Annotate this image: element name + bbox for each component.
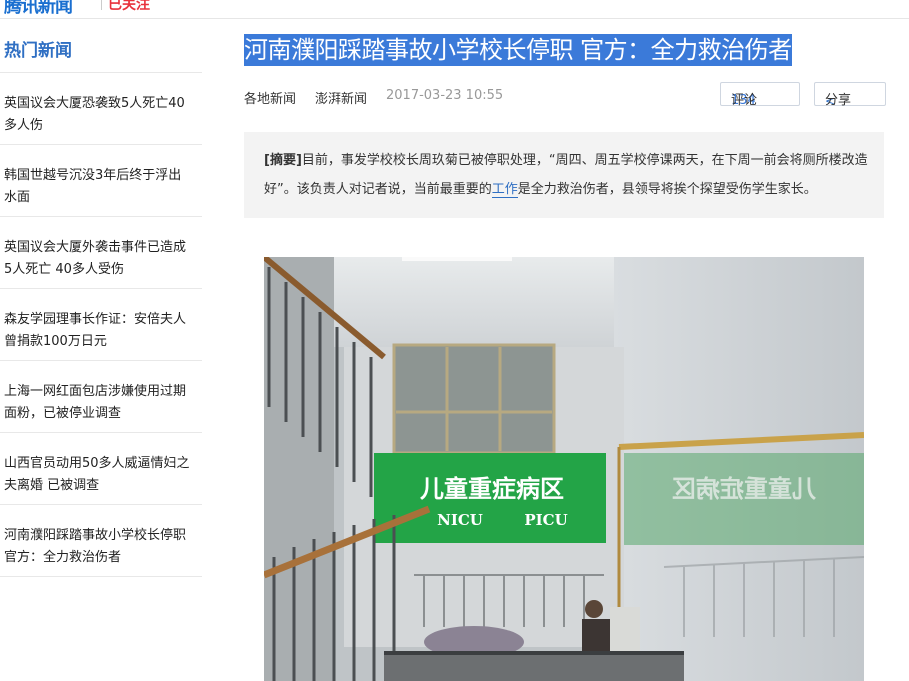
sign-main-text: 儿童重症病区 — [420, 475, 564, 503]
summary-tag: [摘要] — [264, 153, 302, 168]
source-publisher[interactable]: 澎湃新闻 — [315, 88, 367, 107]
hot-news-item-line1: 河南濮阳踩踏事故小学校长停职 — [4, 528, 187, 543]
hot-news-item[interactable]: 英国议会大厦外袭击事件已造成 5人死亡 40多人受伤 — [0, 217, 202, 289]
hot-news-title: 热门新闻 — [0, 34, 202, 73]
hot-news-item-line1: 山西官员动用50多人威逼情妇之 — [4, 456, 190, 471]
ceiling-light — [402, 257, 512, 261]
share-label: 分享 — [825, 93, 852, 108]
article-title-wrap: 河南濮阳踩踏事故小学校长停职 官方：全力救治伤者 — [244, 30, 884, 70]
share-button[interactable]: < 分享 — [814, 82, 886, 108]
hot-news-sidebar: 热门新闻 英国议会大厦恐袭致5人死亡40 多人伤 韩国世越号沉没3年后终于浮出 水面… — [0, 34, 202, 577]
brand-subtitle: 已关注 — [108, 0, 150, 13]
sign-reflection-text: 儿童重症病区 — [672, 475, 816, 503]
article-main: 河南濮阳踩踏事故小学校长停职 官方：全力救治伤者 各地新闻 澎湃新闻 2017-… — [244, 30, 886, 218]
person-head — [585, 600, 603, 618]
hot-news-item-line2: 官方：全力救治伤者 — [4, 550, 122, 565]
comment-label: 评论 — [731, 93, 758, 108]
article-photo: 儿童重症病区 NICU PICU 儿童重症病区 — [264, 257, 864, 681]
article-title: 河南濮阳踩踏事故小学校长停职 官方：全力救治伤者 — [244, 34, 792, 66]
top-brand-bar: 腾讯新闻 已关注 — [0, 0, 909, 19]
hot-news-item-line2: 夫离婚 已被调查 — [4, 478, 100, 493]
hot-news-item[interactable]: 山西官员动用50多人威逼情妇之 夫离婚 已被调查 — [0, 433, 202, 505]
window — [392, 343, 556, 455]
hot-news-item-line2: 面粉，已被停业调查 — [4, 406, 122, 421]
hot-news-item[interactable]: 上海一网红面包店涉嫌使用过期 面粉，已被停业调查 — [0, 361, 202, 433]
hot-news-item[interactable]: 韩国世越号沉没3年后终于浮出 水面 — [0, 145, 202, 217]
hot-news-item-line2: 水面 — [4, 190, 31, 205]
person-body — [582, 619, 610, 653]
hot-news-item-line1: 上海一网红面包店涉嫌使用过期 — [4, 384, 187, 399]
hot-news-item[interactable]: 英国议会大厦恐袭致5人死亡40 多人伤 — [0, 73, 202, 145]
hot-news-item-line1: 森友学园理事长作证：安倍夫人 — [4, 312, 187, 327]
summary-text-part2: 是全力救治伤者，县领导将挨个探望受伤学生家长。 — [517, 182, 817, 197]
hot-news-item[interactable]: 河南濮阳踩踏事故小学校长停职 官方：全力救治伤者 — [0, 505, 202, 577]
site-logo[interactable]: 腾讯新闻 — [4, 0, 73, 18]
stair-step — [384, 653, 684, 681]
hot-news-item-line2: 多人伤 — [4, 118, 44, 133]
article-meta: 各地新闻 澎湃新闻 2017-03-23 10:55 134 评论 < 分享 — [244, 82, 886, 112]
hot-news-item[interactable]: 森友学园理事长作证：安倍夫人 曾捐款100万日元 — [0, 289, 202, 361]
stairwell-photo: 儿童重症病区 NICU PICU 儿童重症病区 — [264, 257, 864, 681]
hot-news-item-line2: 5人死亡 40多人受伤 — [4, 262, 124, 277]
comments-button[interactable]: 134 评论 — [720, 82, 800, 108]
sign-sub-text-2: PICU — [524, 511, 567, 529]
source-category[interactable]: 各地新闻 — [244, 88, 296, 107]
article-summary: [摘要]目前，事发学校校长周玖菊已被停职处理，“周四、周五学校停课两天，在下周一… — [244, 132, 884, 218]
brand-divider — [101, 0, 102, 10]
hot-news-item-line1: 英国议会大厦外袭击事件已造成 — [4, 240, 187, 255]
hot-news-item-line2: 曾捐款100万日元 — [4, 334, 107, 349]
summary-link-work[interactable]: 工作 — [491, 182, 518, 198]
hot-news-item-line1: 韩国世越号沉没3年后终于浮出 — [4, 168, 182, 183]
hot-news-item-line1: 英国议会大厦恐袭致5人死亡40 — [4, 96, 185, 111]
publish-time: 2017-03-23 10:55 — [386, 88, 504, 103]
bin — [610, 607, 640, 657]
sign-sub-text-1: NICU — [437, 511, 483, 529]
